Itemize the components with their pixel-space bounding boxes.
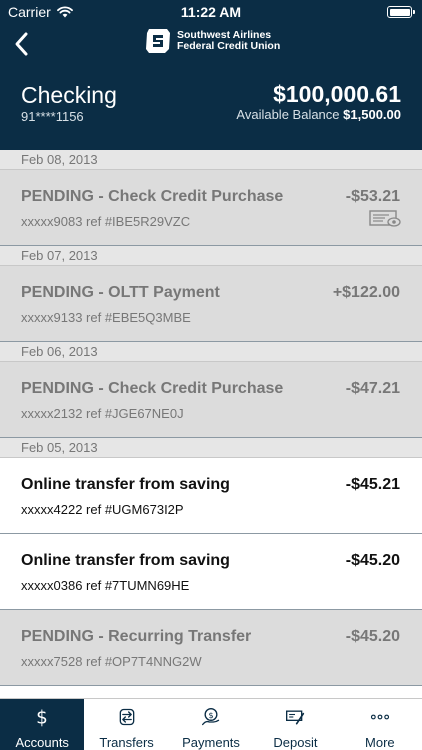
date-header: Feb 06, 2013 <box>0 342 422 362</box>
deposit-check-icon <box>286 710 305 725</box>
back-chevron-icon[interactable] <box>10 30 34 58</box>
logo-line-2: Federal Credit Union <box>177 40 281 52</box>
dollar-icon: $ <box>36 708 48 727</box>
transaction-description: PENDING - OLTT Payment <box>21 284 220 301</box>
header-bar: Carrier 11:22 AM Southwest Airlines Fede… <box>0 0 422 150</box>
account-number: 91****1156 <box>21 109 84 124</box>
transaction-amount: -$45.20 <box>345 552 400 569</box>
account-name: Checking <box>21 82 117 108</box>
tab-label: Deposit <box>273 735 318 750</box>
transaction-amount: -$53.21 <box>345 188 400 205</box>
transaction-row[interactable]: Online transfer from saving xxxxx4222 re… <box>0 458 422 534</box>
available-balance: Available Balance $1,500.00 <box>236 107 401 122</box>
svg-text:$: $ <box>208 710 213 720</box>
tab-payments[interactable]: $ Payments <box>169 699 253 750</box>
transaction-list[interactable]: Feb 08, 2013 PENDING - Check Credit Purc… <box>0 150 422 698</box>
tab-label: Transfers <box>99 735 154 750</box>
transaction-row[interactable]: PENDING - Recurring Transfer xxxxx7528 r… <box>0 610 422 686</box>
available-amount: $1,500.00 <box>343 107 401 122</box>
transaction-description: PENDING - Check Credit Purchase <box>21 380 284 397</box>
transaction-reference: xxxxx7528 ref #OP7T4NNG2W <box>21 654 202 669</box>
svg-text:$: $ <box>36 708 48 727</box>
credit-union-logo-icon <box>146 29 170 53</box>
transaction-description: Online transfer from saving <box>21 552 230 569</box>
tab-transfers[interactable]: Transfers <box>84 699 168 750</box>
transaction-reference: xxxxx2132 ref #JGE67NE0J <box>21 406 184 421</box>
transaction-description: Online transfer from saving <box>21 476 230 493</box>
transaction-description: PENDING - Check Credit Purchase <box>21 188 284 205</box>
transaction-row[interactable]: PENDING - Check Credit Purchase xxxxx213… <box>0 362 422 438</box>
tab-more[interactable]: More <box>338 699 422 750</box>
battery-icon <box>387 6 415 18</box>
transaction-reference: xxxxx9133 ref #EBE5Q3MBE <box>21 310 191 325</box>
transaction-row[interactable]: PENDING - Check Credit Purchase xxxxx908… <box>0 170 422 246</box>
transaction-row[interactable]: Online transfer from saving xxxxx0386 re… <box>0 534 422 610</box>
payments-icon: $ <box>202 708 220 726</box>
transaction-amount: -$47.21 <box>345 380 400 397</box>
tab-bar: $ Accounts Transfers $ Payments Deposit <box>0 698 422 750</box>
date-header: Feb 08, 2013 <box>0 150 422 170</box>
tab-label: More <box>365 735 395 750</box>
tab-accounts[interactable]: $ Accounts <box>0 699 85 750</box>
status-bar: Carrier 11:22 AM <box>0 0 422 24</box>
transaction-amount: +$122.00 <box>332 284 400 301</box>
brand-logo: Southwest Airlines Federal Credit Union <box>145 27 280 55</box>
account-balance: $100,000.61 <box>273 81 401 107</box>
transaction-amount: -$45.21 <box>345 476 400 493</box>
transfer-icon <box>119 708 134 726</box>
transaction-reference: xxxxx4222 ref #UGM673I2P <box>21 502 184 517</box>
transaction-amount: -$45.20 <box>345 628 400 645</box>
transaction-row[interactable]: PENDING - OLTT Payment xxxxx9133 ref #EB… <box>0 266 422 342</box>
tab-label: Accounts <box>15 735 69 750</box>
status-time: 11:22 AM <box>180 4 242 20</box>
date-header: Feb 05, 2013 <box>0 438 422 458</box>
tab-deposit[interactable]: Deposit <box>253 699 337 750</box>
tab-label: Payments <box>182 735 240 750</box>
transaction-description: PENDING - Recurring Transfer <box>21 628 252 645</box>
transaction-reference: xxxxx0386 ref #7TUMN69HE <box>21 578 190 593</box>
date-header: Feb 07, 2013 <box>0 246 422 266</box>
transaction-reference: xxxxx9083 ref #IBE5R29VZC <box>21 214 191 229</box>
check-image-icon[interactable] <box>369 210 401 228</box>
more-dots-icon <box>370 714 389 720</box>
available-label: Available Balance <box>236 107 340 122</box>
